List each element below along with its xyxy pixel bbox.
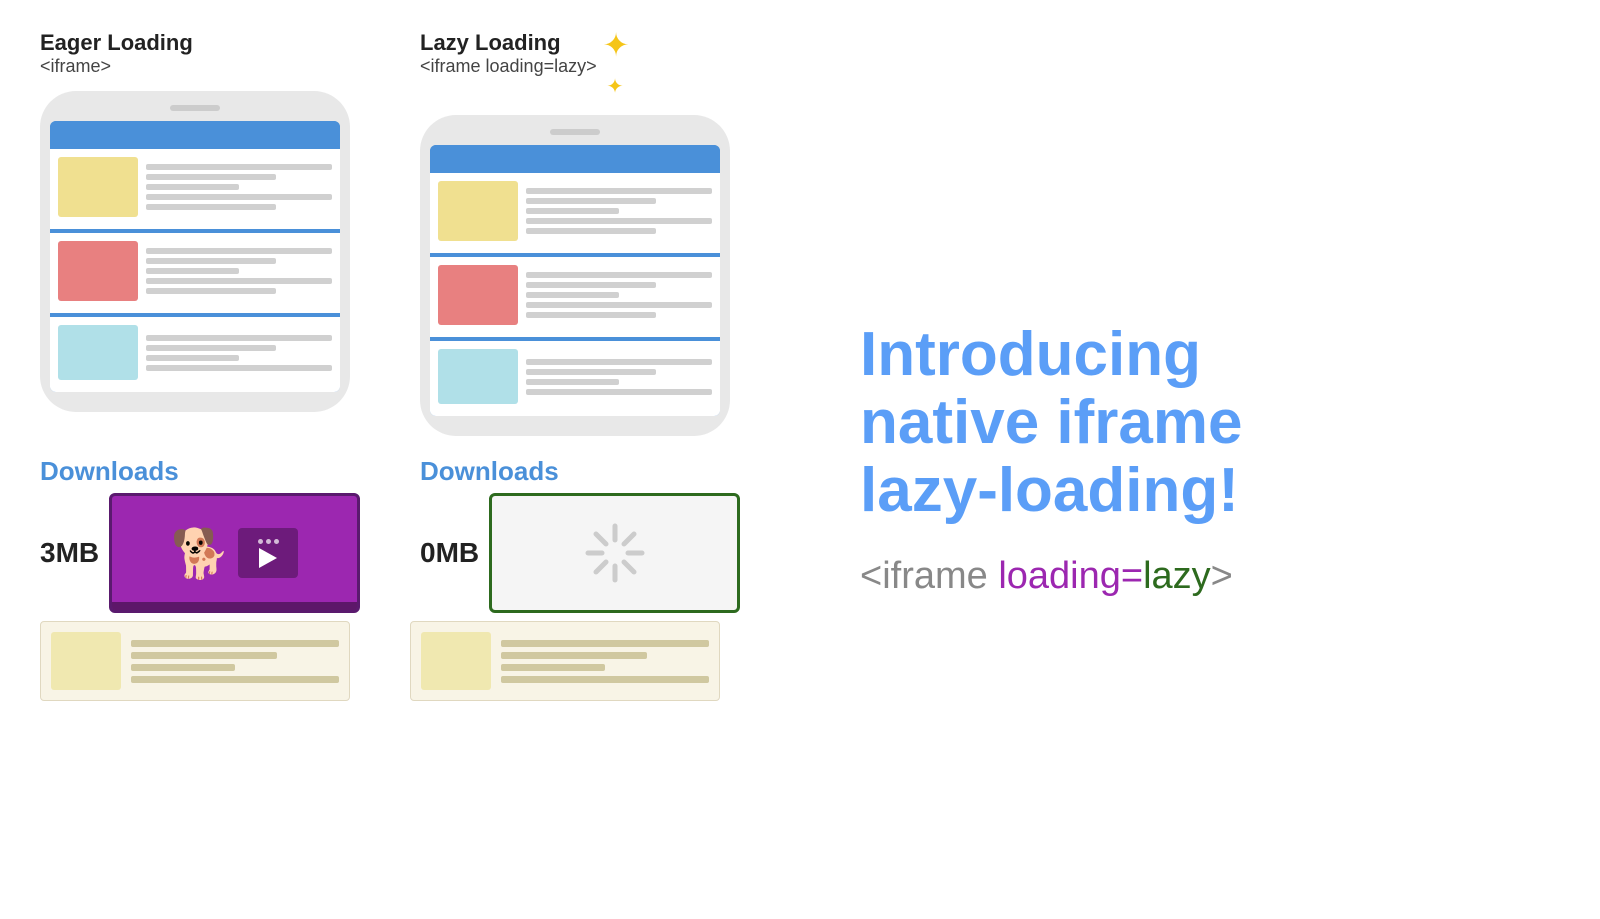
lazy-phone-screen: [430, 145, 720, 416]
eager-download-size: 3MB: [40, 537, 99, 569]
loading-spinner-container: [492, 496, 737, 610]
code-loading-part: loading=: [988, 555, 1143, 597]
bottom-content-lazy: [410, 621, 720, 701]
video-icon-box: [238, 528, 298, 578]
line-10: [146, 288, 276, 294]
video-progress-bar: [112, 602, 357, 610]
diagrams-section: Eager Loading <iframe>: [40, 30, 800, 889]
line-6: [146, 248, 332, 254]
intro-line2: native iframe: [860, 388, 1243, 457]
lazy-label-section: Lazy Loading <iframe loading=lazy> ✦✦: [420, 30, 629, 101]
eager-loading-column: Eager Loading <iframe>: [40, 30, 360, 412]
lazy-download-label: Downloads: [420, 456, 740, 487]
line-13: [146, 355, 239, 361]
phone-speaker: [170, 105, 220, 111]
content-block-2: [50, 233, 340, 309]
line-12: [146, 345, 276, 351]
thumb-yellow: [58, 157, 138, 217]
line-9: [146, 278, 332, 284]
bottom-thumb-eager: [51, 632, 121, 690]
eager-phone-mockup: [40, 91, 350, 412]
lazy-content-lines-2: [526, 265, 712, 325]
lazy-loading-column: Lazy Loading <iframe loading=lazy> ✦✦: [420, 30, 740, 436]
line-7: [146, 258, 276, 264]
play-button-icon: [259, 548, 277, 568]
line-8: [146, 268, 239, 274]
lazy-thumb-yellow: [438, 181, 518, 241]
lazy-content-block-1: [430, 173, 720, 249]
lazy-thumb-red: [438, 265, 518, 325]
intro-text: Introducing native iframe lazy-loading!: [860, 321, 1560, 526]
loading-spinner-icon: [580, 518, 650, 588]
lazy-download-size: 0MB: [420, 537, 479, 569]
eager-iframe-box: 🐕: [109, 493, 360, 613]
lazy-content-lines-1: [526, 181, 712, 241]
bottom-content-eager: [40, 621, 350, 701]
lazy-phone-speaker: [550, 129, 600, 135]
content-lines-3: [146, 325, 332, 380]
line-5: [146, 204, 276, 210]
lazy-title: Lazy Loading: [420, 30, 597, 56]
bottom-content-row: [40, 621, 800, 701]
lazy-iframe-box: [489, 493, 740, 613]
line-4: [146, 194, 332, 200]
lazy-phone-mockup: [420, 115, 730, 436]
eager-label-section: Eager Loading <iframe>: [40, 30, 193, 77]
content-lines-2: [146, 241, 332, 301]
downloads-area: Downloads 3MB 🐕: [40, 456, 800, 613]
bottom-thumb-lazy: [421, 632, 491, 690]
eager-code: <iframe>: [40, 56, 193, 77]
lazy-download-item: Downloads 0MB: [420, 456, 740, 613]
video-dots: [258, 539, 279, 544]
code-iframe-part: <iframe: [860, 555, 988, 597]
content-block-1: [50, 149, 340, 225]
lazy-code: <iframe loading=lazy>: [420, 56, 597, 77]
eager-phone-screen: [50, 121, 340, 392]
code-close-part: >: [1211, 555, 1233, 597]
dog-icon: 🐕: [171, 525, 231, 582]
thumb-red: [58, 241, 138, 301]
line-2: [146, 174, 276, 180]
code-lazy-part: lazy: [1143, 555, 1211, 597]
line-3: [146, 184, 239, 190]
line-11: [146, 335, 332, 341]
intro-line3: lazy-loading!: [860, 456, 1239, 525]
lazy-content-block-2: [430, 257, 720, 333]
line-14: [146, 365, 332, 371]
sparkle-icon: ✦✦: [603, 26, 630, 101]
bottom-lines-eager: [131, 632, 339, 690]
eager-download-item: Downloads 3MB 🐕: [40, 456, 360, 613]
content-block-3: [50, 317, 340, 388]
bottom-lines-lazy: [501, 632, 709, 690]
content-lines-1: [146, 157, 332, 217]
lazy-content-block-3: [430, 341, 720, 412]
text-section: Introducing native iframe lazy-loading! …: [800, 30, 1560, 889]
intro-line1: Introducing: [860, 320, 1201, 389]
line-1: [146, 164, 332, 170]
thumb-blue: [58, 325, 138, 380]
code-snippet: <iframe loading=lazy>: [860, 555, 1560, 598]
lazy-thumb-blue: [438, 349, 518, 404]
dog-cat-content: 🐕: [112, 496, 357, 610]
lazy-content-lines-3: [526, 349, 712, 404]
eager-title: Eager Loading: [40, 30, 193, 56]
eager-download-label: Downloads: [40, 456, 360, 487]
